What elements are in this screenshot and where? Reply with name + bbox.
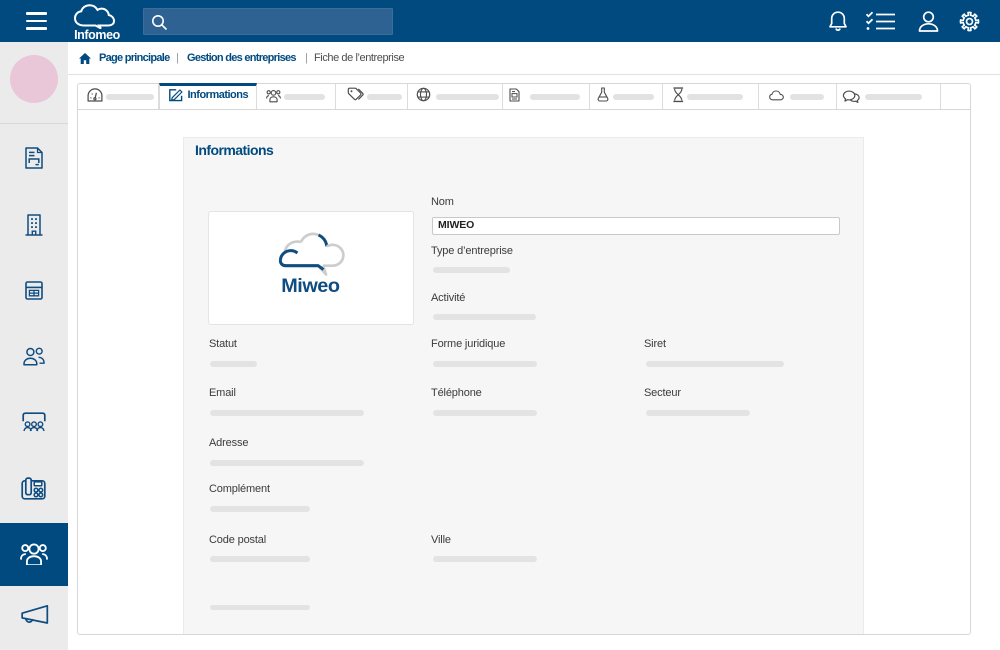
svg-text:Miweo: Miweo bbox=[281, 275, 340, 296]
